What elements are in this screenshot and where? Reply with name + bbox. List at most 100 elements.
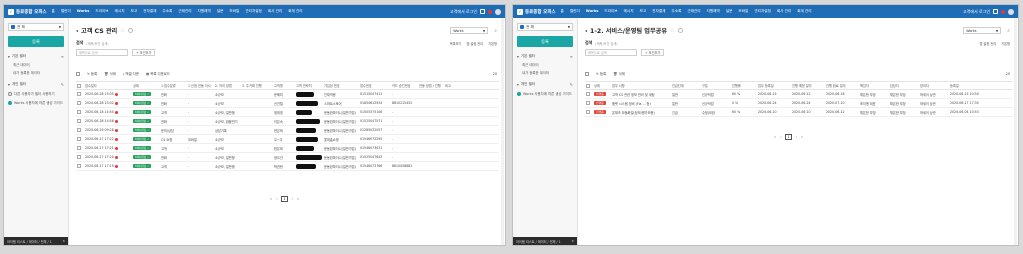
search-icon[interactable]: ⌕ (1007, 28, 1010, 34)
column-header[interactable]: 구분 (701, 81, 731, 90)
nav-item[interactable]: 근태관리 (178, 9, 191, 14)
table-row[interactable]: 2020-06-28 15:05 처리/완료 ✓ 전화 - 소규모 문혜미 인재역량 0151… (76, 89, 499, 99)
page-current[interactable]: 1 (785, 134, 792, 140)
page-nav-button[interactable]: « (774, 135, 776, 139)
status-cell[interactable]: 처리/완료 ✓ (132, 152, 160, 162)
select-all-checkbox[interactable] (76, 71, 80, 76)
status-cell[interactable]: 처리/완료 ✓ (132, 89, 160, 99)
star-icon[interactable]: ☆ (120, 28, 124, 34)
page-nav-button[interactable]: ‹ (780, 135, 781, 139)
status-badge[interactable]: 진행중 (594, 109, 606, 115)
nav-item[interactable]: 관리자설정 (754, 9, 771, 14)
column-header[interactable]: 상태 (593, 81, 611, 90)
table-row[interactable]: 2020-06-17 17:20 처리/완료 ✓ 전화 - 소규모, 일반형 정오건 문동완… (76, 152, 499, 162)
filter-item-recent[interactable]: 최근 데이터 (522, 62, 577, 67)
nav-item[interactable]: 회계 관리 (797, 9, 811, 14)
list-view-button[interactable]: 목록보기 (450, 41, 462, 46)
brand-logo[interactable]: ✓ 동료종합 오피스 (517, 8, 556, 15)
share-section[interactable]: ▾ 개인 필터 ✎ (517, 82, 573, 87)
share-item-guide[interactable]: Works 사용자에 따른 생성 가이드 (8, 100, 64, 105)
nav-item[interactable]: 회사 관리 (268, 9, 282, 14)
column-header[interactable]: 카드 승인번호 (391, 81, 418, 90)
task-title[interactable]: 고객 CS 관련 정보 관리 및 세팅 (612, 93, 655, 97)
space-select[interactable]: 전 체 ▼ (8, 23, 64, 31)
row-checkbox[interactable] (77, 119, 81, 123)
notice-icon[interactable] (993, 9, 998, 14)
nav-item[interactable]: 자원예약 (198, 9, 211, 14)
nav-item[interactable]: 캘린더 (570, 9, 580, 14)
status-badge[interactable]: 처리/완료 ✓ (133, 100, 152, 106)
share-section[interactable]: ▾ 개인 필터 ✎ (8, 82, 64, 87)
nav-item[interactable]: 홈 (52, 9, 55, 14)
nav-item[interactable]: 회계 관리 (288, 9, 302, 14)
works-select[interactable]: Works ▼ (450, 27, 489, 34)
row-checkbox-cell[interactable] (76, 125, 84, 135)
search-icon[interactable]: ⌕ (494, 28, 497, 34)
column-header[interactable]: 가입된 번호 (323, 81, 359, 90)
row-checkbox-cell[interactable] (585, 98, 593, 108)
filter-item-recent[interactable]: 최근 데이터 (13, 62, 68, 67)
notification-badge[interactable] (1001, 9, 1005, 14)
download-list-button[interactable]: ▦ 목록 다운로드 (146, 71, 170, 76)
row-checkbox-cell[interactable] (76, 134, 84, 144)
new-button[interactable]: ✎ 등록 (596, 71, 606, 76)
add-condition-button[interactable]: + 조건추가 (132, 49, 156, 56)
close-icon[interactable]: × (571, 239, 574, 243)
table-row[interactable]: 2020-06-17 17:22 처리/완료 ✓ CS 요청 모바일 소규모 우~다 롯데홈… (76, 134, 499, 144)
notice-icon[interactable] (480, 9, 485, 14)
info-icon[interactable] (677, 28, 683, 33)
nav-item[interactable]: 메시지 (115, 9, 125, 14)
column-header[interactable]: 등록일 (949, 81, 1012, 90)
row-checkbox[interactable] (77, 110, 81, 114)
scrollbar[interactable] (1014, 18, 1017, 245)
status-cell[interactable]: 처리/완료 ✓ (132, 134, 160, 144)
nav-item[interactable]: 보고 (640, 9, 647, 14)
status-cell[interactable]: 처리/완료 ✓ (132, 143, 160, 153)
page-current[interactable]: 1 (281, 196, 288, 202)
status-badge[interactable]: 처리/완료 ✓ (133, 136, 152, 142)
column-header[interactable] (585, 81, 593, 90)
layout-select[interactable]: 기본형 (488, 41, 497, 46)
column-header[interactable]: 1 신청 연동 이사 (187, 81, 214, 90)
close-icon[interactable]: × (62, 239, 65, 243)
status-cell[interactable]: 진행중 (593, 107, 611, 117)
brand-logo[interactable]: ✓ 동료종합 오피스 (8, 8, 47, 15)
status-badge[interactable]: 처리/완료 ✓ (133, 118, 152, 124)
status-badge[interactable]: 처리/완료 ✓ (133, 127, 152, 133)
nav-item[interactable]: 드라이브 (95, 9, 108, 14)
nav-item[interactable]: 모바일 (229, 9, 239, 14)
header-checkbox[interactable] (77, 83, 81, 88)
status-badge[interactable]: 처리/완료 ✓ (133, 154, 152, 160)
row-checkbox[interactable] (586, 110, 590, 114)
header-checkbox[interactable] (586, 83, 590, 88)
column-header[interactable]: 고객명 (273, 81, 295, 90)
page-nav-button[interactable]: » (801, 135, 803, 139)
filter-section[interactable]: ▾ 기본 필터 ≡ (8, 54, 64, 59)
table-row[interactable]: 2020-06-28 15:02 처리/완료 ✓ 전화 - 소규모 신건철 스마트스토어 01… (76, 98, 499, 108)
nav-item[interactable]: 주소록 (162, 9, 172, 14)
avatar[interactable] (1008, 8, 1014, 15)
column-header[interactable]: 업무 사항 (611, 81, 671, 90)
table-row[interactable]: 2020-06-18 14:55 처리/완료 ✓ 고객 - 소규모, 일반형 정재영 문동완… (76, 107, 499, 117)
nav-item[interactable]: 자원예약 (707, 9, 720, 14)
nav-item[interactable]: 드라이브 (604, 9, 617, 14)
column-header[interactable]: 책임자 (859, 81, 889, 90)
filter-item-mine[interactable]: 내가 등록한 데이터 (522, 70, 577, 75)
layout-select[interactable]: 기본형 (1001, 41, 1010, 46)
task-title[interactable]: 온체즈 모듈화일(정보/평가보증) (612, 111, 655, 115)
column-header[interactable]: 진급단계 (671, 81, 701, 90)
column-header[interactable]: 3. 주거래 진행 (241, 81, 273, 90)
status-cell[interactable]: 진행중 (593, 89, 611, 99)
column-header[interactable]: 진행 완료 일자 (825, 81, 859, 90)
edit-icon[interactable]: ✎ (570, 82, 573, 87)
new-item-button[interactable]: 등록 (517, 36, 573, 47)
filter-settings-icon[interactable]: ≡ (61, 54, 64, 59)
filter-settings-icon[interactable]: ≡ (570, 54, 573, 59)
user-name[interactable]: 고객에서 로그인 (450, 9, 477, 15)
nav-item[interactable]: 캘린더 (61, 9, 71, 14)
delete-button[interactable]: 🗑 삭제 (613, 71, 625, 76)
row-checkbox-cell[interactable] (76, 89, 84, 99)
task-cell[interactable]: 플랫 시스템 정비 (Fla ... 등) (611, 98, 671, 108)
status-badge[interactable]: 진행중 (594, 91, 606, 97)
column-header[interactable] (120, 81, 132, 90)
